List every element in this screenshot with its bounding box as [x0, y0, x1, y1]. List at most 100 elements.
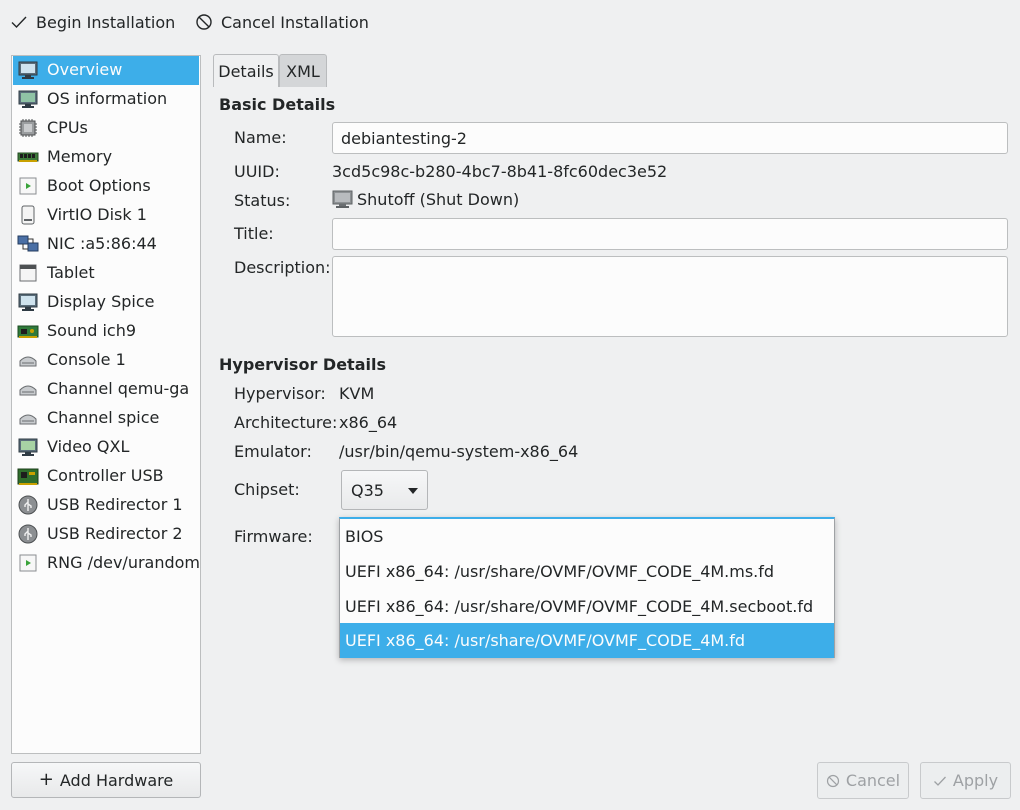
usb-icon	[18, 524, 38, 544]
checkmark-icon	[11, 16, 27, 29]
begin-installation-button[interactable]: Begin Installation	[10, 8, 175, 36]
sidebar-item-channel-spice[interactable]: Channel spice	[13, 404, 199, 433]
sidebar-item-video-qxl[interactable]: Video QXL	[13, 433, 199, 462]
disk-icon	[21, 205, 35, 225]
sidebar-item-label: Tablet	[47, 263, 95, 282]
sidebar-item-label: VirtIO Disk 1	[47, 205, 147, 224]
cancel-icon	[826, 774, 839, 787]
cancel-installation-label: Cancel Installation	[221, 12, 369, 32]
sidebar-item-label: CPUs	[47, 118, 88, 137]
sidebar-item-controller-usb[interactable]: Controller USB	[13, 462, 199, 491]
rng-icon	[19, 554, 37, 572]
apply-button[interactable]: Apply	[920, 762, 1011, 799]
channel-icon	[19, 414, 37, 425]
sidebar-item-label: Boot Options	[47, 176, 151, 195]
add-hardware-button[interactable]: + Add Hardware	[11, 762, 201, 798]
sidebar-item-label: Channel qemu-ga	[47, 379, 190, 398]
channel-icon	[19, 385, 37, 396]
hardware-list[interactable]: Overview OS information CPUs Memory Boot Opt…	[11, 55, 201, 754]
description-label: Description:	[234, 258, 331, 277]
sidebar-item-virtio-disk-1[interactable]: VirtIO Disk 1	[13, 201, 199, 230]
usb-icon	[18, 495, 38, 515]
sidebar-item-console-1[interactable]: Console 1	[13, 346, 199, 375]
cancel-icon	[196, 14, 212, 30]
hypervisor-details-heading: Hypervisor Details	[219, 355, 386, 374]
sidebar-item-label: USB Redirector 1	[47, 495, 183, 514]
sidebar-item-memory[interactable]: Memory	[13, 143, 199, 172]
sidebar-item-cpus[interactable]: CPUs	[13, 114, 199, 143]
description-field[interactable]	[332, 256, 1008, 337]
begin-installation-label: Begin Installation	[36, 12, 176, 32]
sidebar-item-sound-ich9[interactable]: Sound ich9	[13, 317, 199, 346]
firmware-option-label: UEFI x86_64: /usr/share/OVMF/OVMF_CODE_4…	[345, 631, 746, 650]
title-label: Title:	[234, 224, 274, 243]
sidebar-item-label: Sound ich9	[47, 321, 137, 340]
emulator-label: Emulator:	[234, 442, 312, 461]
hypervisor-value: KVM	[339, 384, 375, 403]
firmware-option-label: BIOS	[345, 527, 384, 546]
architecture-value: x86_64	[339, 413, 398, 432]
sidebar-item-display-spice[interactable]: Display Spice	[13, 288, 199, 317]
sidebar-item-tablet[interactable]: Tablet	[13, 259, 199, 288]
sidebar-item-label: Channel spice	[47, 408, 160, 427]
firmware-dropdown-list[interactable]: BIOS UEFI x86_64: /usr/share/OVMF/OVMF_C…	[339, 517, 835, 658]
tab-xml-label: XML	[286, 61, 320, 81]
sidebar-item-channel-qemu-ga[interactable]: Channel qemu-ga	[13, 375, 199, 404]
checkmark-icon	[933, 776, 946, 786]
add-hardware-label: Add Hardware	[59, 770, 174, 790]
tab-details[interactable]: Details	[213, 54, 279, 87]
sidebar-item-label: USB Redirector 2	[47, 524, 183, 543]
os-info-icon	[18, 90, 38, 108]
sound-card-icon	[17, 325, 39, 338]
cpu-icon	[19, 119, 37, 137]
firmware-option-bios[interactable]: BIOS	[340, 519, 834, 554]
sidebar-item-label: Display Spice	[47, 292, 155, 311]
sidebar-item-overview[interactable]: Overview	[13, 56, 199, 85]
status-display: Shutoff (Shut Down)	[332, 190, 519, 209]
sidebar-item-label: RNG /dev/urandom	[47, 553, 201, 572]
firmware-option-uefi[interactable]: UEFI x86_64: /usr/share/OVMF/OVMF_CODE_4…	[340, 623, 834, 658]
architecture-label: Architecture:	[234, 413, 338, 432]
emulator-value: /usr/bin/qemu-system-x86_64	[339, 442, 579, 461]
sidebar-item-label: NIC :a5:86:44	[47, 234, 157, 253]
chipset-combobox[interactable]: Q35	[341, 470, 428, 510]
chipset-label: Chipset:	[234, 480, 300, 499]
title-field[interactable]	[332, 218, 1008, 250]
display-icon	[18, 293, 38, 311]
chipset-value: Q35	[351, 480, 384, 500]
plus-icon: +	[38, 769, 54, 790]
cancel-button[interactable]: Cancel	[817, 762, 909, 799]
basic-details-heading: Basic Details	[219, 95, 336, 114]
sidebar-item-nic-a5-86-44[interactable]: NIC :a5:86:44	[13, 230, 199, 259]
sidebar-item-label: Memory	[47, 147, 113, 166]
sidebar-item-boot-options[interactable]: Boot Options	[13, 172, 199, 201]
overview-icon	[18, 61, 38, 79]
firmware-label: Firmware:	[234, 527, 313, 546]
sidebar-item-rng-dev-urandom[interactable]: RNG /dev/urandom	[13, 549, 201, 578]
tab-details-label: Details	[218, 61, 274, 81]
sidebar-item-usb-redirector-2[interactable]: USB Redirector 2	[13, 520, 199, 549]
status-value: Shutoff (Shut Down)	[357, 190, 520, 209]
sidebar-item-label: Overview	[47, 60, 123, 79]
firmware-option-uefi-ms[interactable]: UEFI x86_64: /usr/share/OVMF/OVMF_CODE_4…	[340, 554, 834, 589]
uuid-value: 3cd5c98c-b280-4bc7-8b41-8fc60dec3e52	[332, 162, 668, 181]
firmware-option-label: UEFI x86_64: /usr/share/OVMF/OVMF_CODE_4…	[345, 597, 814, 616]
serial-port-icon	[19, 356, 37, 367]
dropdown-arrow-icon	[408, 488, 418, 494]
sidebar-item-usb-redirector-1[interactable]: USB Redirector 1	[13, 491, 199, 520]
memory-icon	[17, 152, 39, 162]
video-icon	[18, 438, 38, 456]
firmware-option-uefi-secboot[interactable]: UEFI x86_64: /usr/share/OVMF/OVMF_CODE_4…	[340, 589, 834, 624]
name-field[interactable]: debiantesting-2	[332, 122, 1008, 154]
status-label: Status:	[234, 191, 291, 210]
sidebar-item-label: OS information	[47, 89, 168, 108]
hypervisor-label: Hypervisor:	[234, 384, 326, 403]
sidebar-item-label: Console 1	[47, 350, 126, 369]
cancel-installation-button[interactable]: Cancel Installation	[195, 8, 369, 36]
network-icon	[17, 235, 39, 252]
name-value: debiantesting-2	[341, 128, 467, 148]
name-label: Name:	[234, 128, 287, 147]
sidebar-item-os-information[interactable]: OS information	[13, 85, 199, 114]
firmware-option-label: UEFI x86_64: /usr/share/OVMF/OVMF_CODE_4…	[345, 562, 775, 581]
tab-xml[interactable]: XML	[279, 54, 327, 87]
